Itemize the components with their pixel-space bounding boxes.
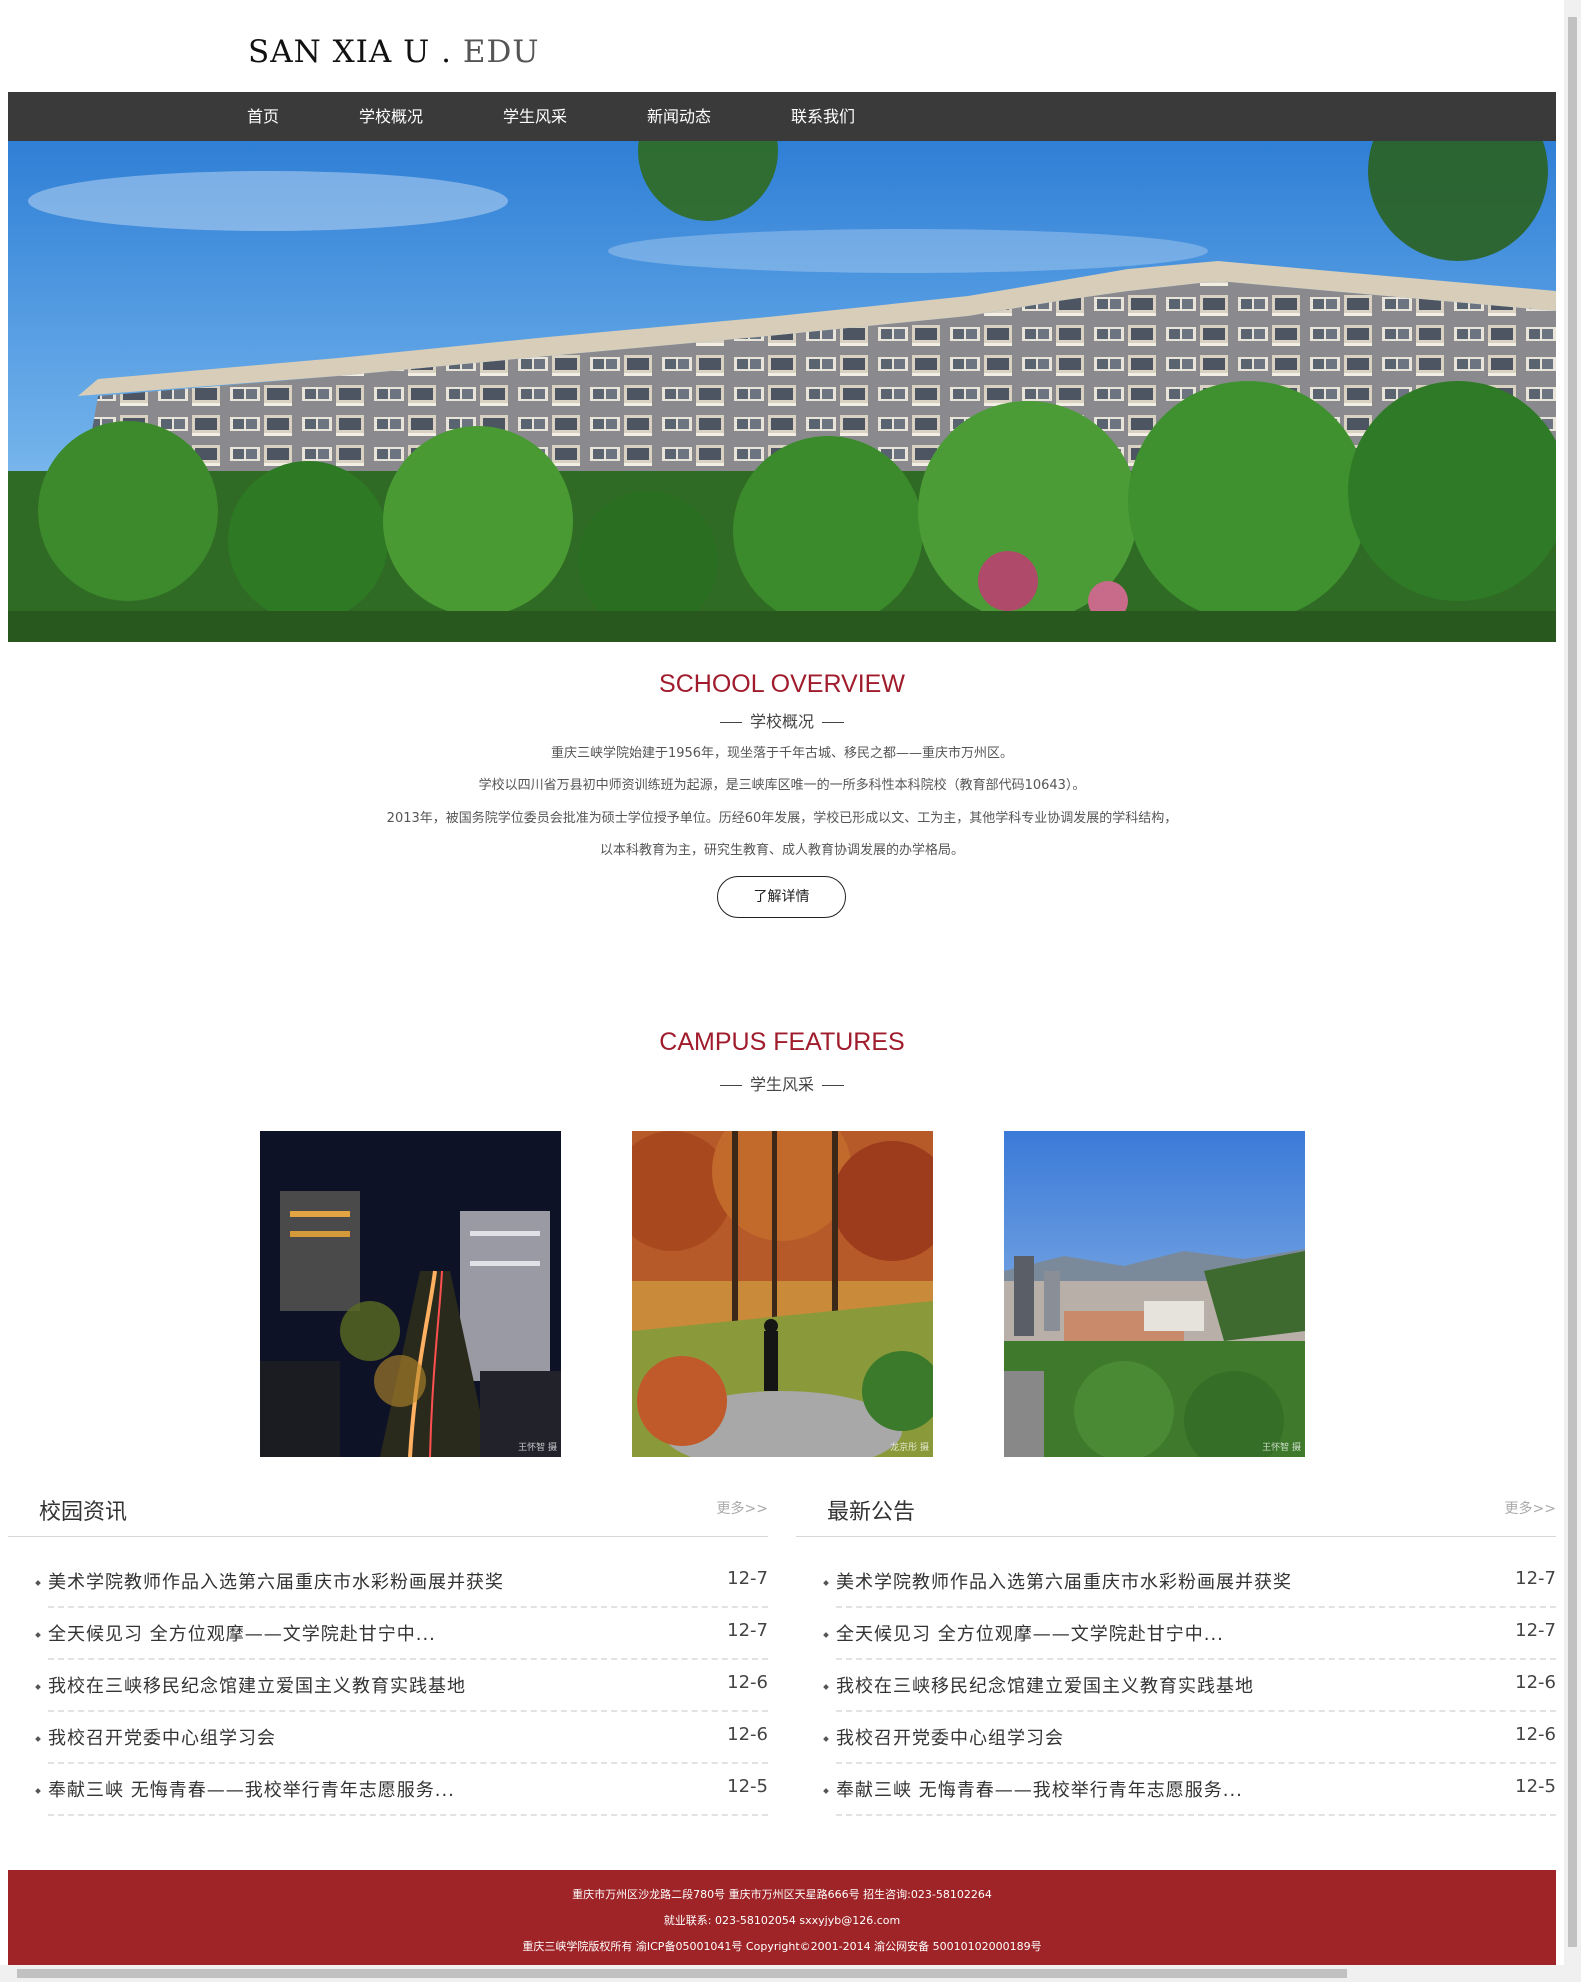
bullet-icon (35, 1684, 41, 1690)
list-item[interactable]: 全天候见习 全方位观摩——文学院赴甘宁中... 12-7 (796, 1608, 1556, 1660)
list-item[interactable]: 奉献三峡 无悔青春——我校举行青年志愿服务... 12-5 (8, 1764, 768, 1816)
news-title: 奉献三峡 无悔青春——我校举行青年志愿服务... (48, 1780, 455, 1801)
photo-watermark: 王怀智 摄 (1262, 1443, 1301, 1453)
overview-line-4: 以本科教育为主，研究生教育、成人教育协调发展的办学格局。 (599, 843, 964, 858)
announcement-title: 美术学院教师作品入选第六届重庆市水彩粉画展并获奖 (836, 1572, 1292, 1593)
scrollbar-thumb[interactable] (1568, 17, 1577, 1947)
campus-news-more-link[interactable]: 更多>> (717, 1498, 768, 1518)
news-date: 12-7 (727, 1620, 768, 1641)
bullet-icon (35, 1788, 41, 1794)
subtitle-dash-left (719, 1085, 742, 1086)
news-date: 12-7 (727, 1568, 768, 1589)
list-item[interactable]: 全天候见习 全方位观摩——文学院赴甘宁中... 12-7 (8, 1608, 768, 1660)
hero-banner-image (8, 141, 1556, 642)
subtitle-dash-left (719, 722, 742, 723)
logo-main-text: SAN XIA U . (248, 34, 463, 70)
overview-title: SCHOOL OVERVIEW (659, 670, 905, 698)
news-title: 我校在三峡移民纪念馆建立爱国主义教育实践基地 (48, 1676, 466, 1697)
announcement-date: 12-7 (1515, 1568, 1556, 1589)
announcement-date: 12-6 (1515, 1672, 1556, 1693)
nav-item-home[interactable]: 首页 (247, 92, 279, 141)
horizontal-scrollbar[interactable] (0, 1965, 1581, 1982)
bullet-icon (823, 1736, 829, 1742)
site-footer: 重庆市万州区沙龙路二段780号 重庆市万州区天星路666号 招生咨询:023-5… (8, 1870, 1556, 1970)
bullet-icon (35, 1632, 41, 1638)
news-title: 美术学院教师作品入选第六届重庆市水彩粉画展并获奖 (48, 1572, 504, 1593)
announcement-title: 我校在三峡移民纪念馆建立爱国主义教育实践基地 (836, 1676, 1254, 1697)
main-nav: 首页 学校概况 学生风采 新闻动态 联系我们 (8, 92, 1556, 141)
nav-item-contact[interactable]: 联系我们 (791, 92, 855, 141)
site-logo[interactable]: SAN XIA U . EDU (248, 34, 539, 70)
campus-photo-autumn[interactable]: 龙京彤 摄 (632, 1131, 933, 1457)
list-item[interactable]: 美术学院教师作品入选第六届重庆市水彩粉画展并获奖 12-7 (796, 1556, 1556, 1608)
nav-item-overview[interactable]: 学校概况 (359, 92, 423, 141)
announcement-date: 12-5 (1515, 1776, 1556, 1797)
divider (48, 1814, 768, 1816)
photo-watermark: 王怀智 摄 (518, 1443, 557, 1453)
nav-item-students[interactable]: 学生风采 (503, 92, 567, 141)
campus-photo-city[interactable]: 王怀智 摄 (1004, 1131, 1305, 1457)
divider (796, 1536, 1556, 1537)
news-date: 12-6 (727, 1724, 768, 1745)
photo-watermark: 龙京彤 摄 (890, 1443, 929, 1453)
news-title: 我校召开党委中心组学习会 (48, 1728, 276, 1749)
divider (836, 1814, 1556, 1816)
campus-subtitle-text: 学生风采 (749, 1075, 814, 1094)
list-item[interactable]: 我校召开党委中心组学习会 12-6 (8, 1712, 768, 1764)
list-item[interactable]: 我校在三峡移民纪念馆建立爱国主义教育实践基地 12-6 (8, 1660, 768, 1712)
subtitle-dash-right (822, 1085, 844, 1086)
bullet-icon (823, 1580, 829, 1586)
campus-subtitle: 学生风采 (8, 1071, 1556, 1095)
list-item[interactable]: 美术学院教师作品入选第六届重庆市水彩粉画展并获奖 12-7 (8, 1556, 768, 1608)
footer-address: 重庆市万州区沙龙路二段780号 重庆市万州区天星路666号 招生咨询:023-5… (572, 1888, 992, 1901)
bullet-icon (823, 1684, 829, 1690)
list-item[interactable]: 我校召开党委中心组学习会 12-6 (796, 1712, 1556, 1764)
bullet-icon (35, 1580, 41, 1586)
overview-line-2: 学校以四川省万县初中师资训练班为起源，是三峡库区唯一的一所多科性本科院校（教育部… (478, 778, 1086, 793)
divider (8, 1536, 768, 1537)
announcement-title: 我校召开党委中心组学习会 (836, 1728, 1064, 1749)
vertical-scrollbar[interactable] (1564, 0, 1581, 1965)
nav-item-news[interactable]: 新闻动态 (647, 92, 711, 141)
overview-line-3: 2013年，被国务院学位委员会批准为硕士学位授予单位。历经60年发展，学校已形成… (386, 811, 1178, 826)
announcement-date: 12-6 (1515, 1724, 1556, 1745)
announcements-title: 最新公告 (827, 1500, 916, 1525)
list-item[interactable]: 奉献三峡 无悔青春——我校举行青年志愿服务... 12-5 (796, 1764, 1556, 1816)
campus-photo-night[interactable]: 王怀智 摄 (260, 1131, 561, 1457)
bullet-icon (823, 1788, 829, 1794)
news-title: 全天候见习 全方位观摩——文学院赴甘宁中... (48, 1624, 436, 1645)
footer-copyright: 重庆三峡学院版权所有 渝ICP备05001041号 Copyright©2001… (522, 1940, 1042, 1953)
announcement-title: 奉献三峡 无悔青春——我校举行青年志愿服务... (836, 1780, 1243, 1801)
overview-subtitle: 学校概况 (8, 708, 1556, 732)
campus-news-title: 校园资讯 (39, 1500, 128, 1525)
list-item[interactable]: 我校在三峡移民纪念馆建立爱国主义教育实践基地 12-6 (796, 1660, 1556, 1712)
bullet-icon (823, 1632, 829, 1638)
announcement-date: 12-7 (1515, 1620, 1556, 1641)
announcements-list: 美术学院教师作品入选第六届重庆市水彩粉画展并获奖 12-7 全天候见习 全方位观摩… (796, 1556, 1556, 1816)
announcements-more-link[interactable]: 更多>> (1505, 1498, 1556, 1518)
news-date: 12-6 (727, 1672, 768, 1693)
subtitle-dash-right (822, 722, 844, 723)
campus-title: CAMPUS FEATURES (659, 1028, 905, 1056)
campus-news-list: 美术学院教师作品入选第六届重庆市水彩粉画展并获奖 12-7 全天候见习 全方位观摩… (8, 1556, 768, 1816)
bullet-icon (35, 1736, 41, 1742)
scrollbar-thumb[interactable] (17, 1969, 1347, 1978)
footer-contact: 就业联系: 023-58102054 sxxyjyb@126.com (663, 1914, 901, 1927)
news-date: 12-5 (727, 1776, 768, 1797)
logo-suffix-text: EDU (462, 34, 540, 70)
announcement-title: 全天候见习 全方位观摩——文学院赴甘宁中... (836, 1624, 1224, 1645)
overview-line-1: 重庆三峡学院始建于1956年，现坐落于千年古城、移民之都——重庆市万州区。 (550, 746, 1014, 761)
learn-more-button[interactable]: 了解详情 (717, 876, 846, 918)
overview-subtitle-text: 学校概况 (749, 712, 814, 731)
